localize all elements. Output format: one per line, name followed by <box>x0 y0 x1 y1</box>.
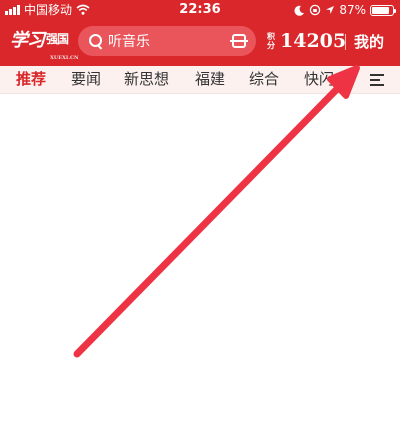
header-row: 学习 强国 XUEXI.CN 听音乐 积分 14205 我的 <box>0 22 400 62</box>
mine-button[interactable]: 我的 <box>354 31 384 52</box>
moon-icon <box>294 5 305 16</box>
search-placeholder: 听音乐 <box>108 34 150 50</box>
tab-flash[interactable]: 快闪 <box>304 69 334 89</box>
rotation-lock-icon <box>310 4 321 16</box>
search-icon <box>88 33 104 49</box>
points-value: 14205 <box>280 30 347 52</box>
tab-recommend[interactable]: 推荐 <box>16 69 46 89</box>
app-logo[interactable]: 学习 强国 XUEXI.CN <box>10 28 79 61</box>
battery-percent: 87% <box>339 3 366 17</box>
tab-general[interactable]: 综合 <box>249 69 279 89</box>
battery-fill <box>372 6 390 14</box>
tab-fujian[interactable]: 福建 <box>195 69 225 89</box>
logo-text: 学习 <box>10 30 45 51</box>
status-bar: 中国移动 22:36 87% <box>0 0 400 20</box>
scan-icon[interactable] <box>230 34 248 48</box>
tab-new-thought[interactable]: 新思想 <box>124 69 169 89</box>
header-divider <box>345 34 346 50</box>
top-header-bar: 中国移动 22:36 87% 学习 强国 XUEXI.CN 听音乐 积分 142… <box>0 0 400 66</box>
points-label: 积分 <box>267 32 275 50</box>
status-right: 87% <box>294 0 396 20</box>
menu-icon[interactable] <box>370 74 384 86</box>
battery-icon <box>370 4 396 16</box>
logo-subtext: 强国 <box>46 32 69 46</box>
location-icon <box>326 6 335 14</box>
points-display[interactable]: 积分 14205 <box>266 26 346 56</box>
search-bar[interactable]: 听音乐 <box>78 26 256 56</box>
channel-tab-bar: 推荐 要闻 新思想 福建 综合 快闪 <box>0 66 400 94</box>
arrow-shaft <box>73 84 342 358</box>
tab-headlines[interactable]: 要闻 <box>71 69 101 89</box>
